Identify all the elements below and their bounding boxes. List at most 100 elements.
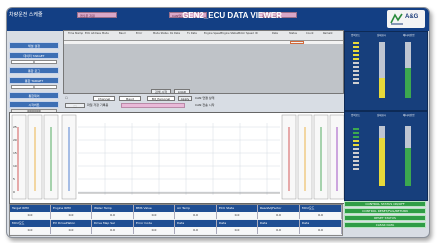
panel-header: 입력모드 bbox=[351, 114, 361, 117]
control-status-button[interactable]: CONTROL STATUS ON/OFF bbox=[344, 201, 426, 207]
menu-channel-settings-button[interactable]: 채널 설정 bbox=[9, 42, 59, 49]
menu-integrated-target-button[interactable]: 통합 TARGET bbox=[9, 77, 59, 84]
bottom-header: MCU모드 bbox=[10, 220, 51, 227]
bottom-value: 0.0 bbox=[10, 212, 51, 219]
table-column-header[interactable]: Engine Status bbox=[221, 32, 238, 35]
bit-select[interactable]: Bit_Personal bbox=[147, 96, 175, 101]
table-column-header[interactable]: Engine Speed bbox=[204, 32, 221, 35]
indicator-bars bbox=[353, 42, 411, 98]
reset-status-button[interactable]: RESET STATUS bbox=[344, 215, 426, 221]
chart-canvas bbox=[11, 114, 387, 200]
logo-text: A&G bbox=[405, 14, 419, 20]
file-path-input[interactable] bbox=[121, 103, 185, 108]
bottom-header: Water Temp bbox=[92, 205, 134, 212]
y-tick-label: 0 bbox=[13, 190, 15, 194]
logo-mark-icon bbox=[390, 13, 403, 25]
bottom-values-table: Target RPM Engine RPM Water Temp BMS Val… bbox=[9, 204, 343, 236]
bottom-value: 0.0 bbox=[175, 227, 217, 234]
can-status-label: CAN 연결 상태 bbox=[195, 96, 215, 100]
menu-data-target-button[interactable]: 데이터 TARGET bbox=[9, 52, 59, 59]
system-name: 차량운전 스케줄 bbox=[9, 12, 43, 18]
load-button[interactable]: LOAD bbox=[174, 89, 190, 94]
panel-header: 상태표시 bbox=[377, 114, 387, 117]
bottom-value: 0.0 bbox=[300, 227, 342, 234]
apply-button[interactable]: Apply bbox=[178, 96, 192, 101]
y-tick-label: 10 bbox=[13, 164, 17, 168]
table-header-row: Time Stamp ECU Address Mode Baud Error Mode S… bbox=[64, 31, 343, 41]
table-column-header[interactable]: Mode Status bbox=[153, 32, 169, 35]
bottom-value: 0.0 bbox=[92, 212, 134, 219]
table-column-header[interactable]: Error bbox=[136, 32, 142, 35]
bottom-header: Data bbox=[258, 220, 300, 227]
table-row[interactable] bbox=[64, 41, 343, 44]
bottom-header: Data bbox=[300, 220, 342, 227]
bottom-header: Engine RPM bbox=[51, 205, 92, 212]
indicator-bars bbox=[353, 126, 411, 186]
y-tick-label: 25 bbox=[13, 125, 17, 129]
clear-data-button[interactable]: CLEAR DATA bbox=[344, 222, 426, 228]
menu-control-button[interactable]: 통합제어 bbox=[9, 92, 59, 99]
channel-select[interactable]: Channel bbox=[93, 96, 115, 101]
bottom-header: ECU State bbox=[217, 205, 258, 212]
header-bar: 차량운전 스케줄 캔오픈 지원 CAN연결 상태 데이터 저장 GEN2_ECU… bbox=[7, 8, 429, 31]
table-column-header[interactable]: Status bbox=[289, 32, 297, 35]
control-reset-button[interactable]: CONTROL RESET/FAIL/RETURN bbox=[344, 208, 426, 214]
bottom-header: EV DrivePlaton bbox=[51, 220, 92, 227]
bottom-value: 0.0 bbox=[10, 227, 51, 234]
table-column-header[interactable]: Time Stamp bbox=[68, 32, 83, 35]
bottom-header: Data bbox=[175, 220, 217, 227]
table-column-header[interactable]: Baud bbox=[119, 32, 125, 35]
table-column-header[interactable]: Data bbox=[272, 32, 278, 35]
table-column-header[interactable]: ECU Address bbox=[85, 32, 101, 35]
y-tick-label: 5 bbox=[13, 177, 15, 181]
bottom-value: 0.0 bbox=[134, 227, 175, 234]
panel-header: 배터리전압 bbox=[403, 114, 415, 117]
bottom-value: 0.0 bbox=[134, 212, 175, 219]
y-tick-label: 20 bbox=[13, 138, 17, 142]
bottom-header: Drive Map Sel bbox=[92, 220, 134, 227]
app-title: GEN2_ECU DATA VIEWER bbox=[182, 11, 282, 20]
save-note-button[interactable]: ⬚ bbox=[65, 103, 85, 108]
bottom-header: Target RPM bbox=[10, 205, 51, 212]
signal-chart[interactable]: 25 20 15 10 5 0 bbox=[9, 112, 389, 204]
company-logo: A&G bbox=[387, 10, 425, 28]
table-column-header[interactable]: Mode bbox=[102, 32, 109, 35]
data-target-value[interactable]: 0 bbox=[11, 60, 57, 64]
menu-start-button[interactable]: 시작버튼 bbox=[9, 101, 59, 108]
search-start-button[interactable]: 검색 시작 bbox=[151, 89, 171, 94]
bottom-header: MCU모드 bbox=[300, 205, 342, 212]
panel-header: 배터리전압 bbox=[403, 34, 415, 37]
table-column-header[interactable]: Count bbox=[306, 32, 313, 35]
integrated-target-value[interactable]: 0 bbox=[11, 85, 57, 89]
table-column-header[interactable]: Remark bbox=[323, 32, 333, 35]
checkbox-label: ☐ bbox=[65, 96, 68, 100]
can-data-table[interactable]: Time Stamp ECU Address Mode Baud Error Mode S… bbox=[63, 30, 344, 94]
panel-header: 상태표시 bbox=[377, 34, 387, 37]
bottom-header: Data bbox=[217, 220, 258, 227]
header-field-canopen[interactable]: 캔오픈 지원 bbox=[77, 12, 117, 18]
table-column-header[interactable]: Motor Speed bbox=[238, 32, 254, 35]
file-note-label: 파일 저장 기록용 bbox=[87, 103, 109, 107]
bottom-value: 0.0 bbox=[92, 227, 134, 234]
bottom-value: 0.0 bbox=[217, 212, 258, 219]
panel-header: 입력모드 bbox=[351, 34, 361, 37]
baud-select[interactable]: Baud bbox=[119, 96, 141, 101]
bottom-value: 0.0 bbox=[217, 227, 258, 234]
table-column-header[interactable]: Tx Data bbox=[187, 32, 197, 35]
control-bar: ☐ Channel Baud Bit_Personal Apply CAN 연결… bbox=[63, 89, 389, 111]
selected-cell[interactable] bbox=[290, 41, 304, 44]
table-column-header[interactable]: Rx Data bbox=[170, 32, 180, 35]
y-tick-label: 15 bbox=[13, 151, 17, 155]
table-column-header[interactable]: ID bbox=[255, 32, 258, 35]
bottom-header: BMS Value bbox=[134, 205, 175, 212]
menu-log-button[interactable]: 통합 로그 bbox=[9, 67, 59, 74]
can-send-label: CAN 전송 시작 bbox=[195, 103, 215, 107]
right-panel-top: 입력모드 상태표시 배터리전압 bbox=[344, 31, 428, 111]
bottom-header: Air Temp bbox=[175, 205, 217, 212]
bottom-value: 0.0 bbox=[51, 227, 92, 234]
right-panel-bottom: 입력모드 상태표시 배터리전압 bbox=[344, 111, 428, 201]
bottom-header: Error Code bbox=[134, 220, 175, 227]
app-window: 차량운전 스케줄 캔오픈 지원 CAN연결 상태 데이터 저장 GEN2_ECU… bbox=[6, 7, 430, 238]
bottom-value: 0.0 bbox=[300, 212, 342, 219]
bottom-value: 0.0 bbox=[258, 212, 300, 219]
